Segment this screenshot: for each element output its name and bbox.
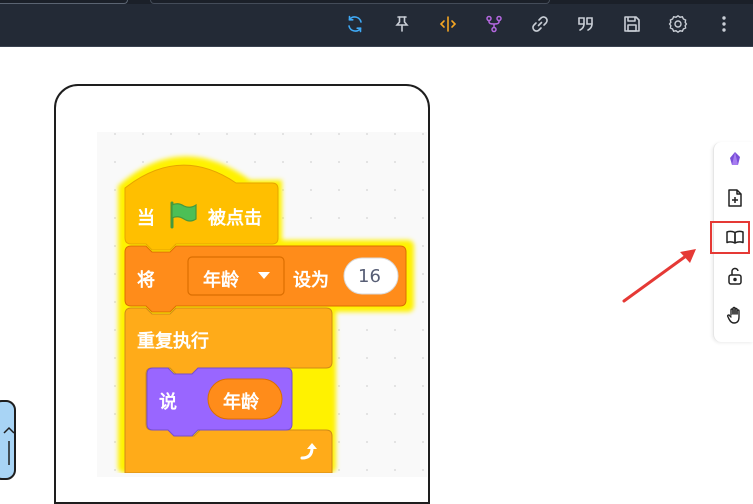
more-vertical-icon <box>722 16 726 32</box>
link-icon <box>532 16 548 32</box>
say-label: 说 <box>159 392 177 413</box>
quote-icon <box>578 17 593 31</box>
annotation-highlight-box <box>710 221 750 254</box>
set-variable-name: 年龄 <box>203 270 239 291</box>
split-code-button[interactable] <box>437 13 459 35</box>
annotation-arrow <box>622 249 696 303</box>
set-label-2: 设为 <box>293 270 329 291</box>
split-code-icon <box>439 16 457 32</box>
forever-label: 重复执行 <box>137 331 209 352</box>
settings-icon <box>668 14 688 34</box>
crystal-icon <box>730 152 740 165</box>
settings-button[interactable] <box>667 13 689 35</box>
scratch-script[interactable] <box>110 150 420 473</box>
save-icon <box>624 16 640 32</box>
more-button[interactable] <box>713 13 735 35</box>
branch-button[interactable] <box>483 13 505 35</box>
set-value: 16 <box>358 266 381 287</box>
sync-icon <box>348 15 362 33</box>
top-toolbar <box>0 0 753 47</box>
save-button[interactable] <box>621 13 643 35</box>
quote-button[interactable] <box>575 13 597 35</box>
tab-edge[interactable] <box>150 0 550 4</box>
file-plus-icon <box>728 189 742 207</box>
unlock-button[interactable] <box>724 265 746 287</box>
hand-tool-button[interactable] <box>724 304 746 326</box>
link-button[interactable] <box>529 13 551 35</box>
hat-label-when: 当 <box>137 208 155 229</box>
tab-edge[interactable] <box>0 0 128 4</box>
unlock-icon <box>728 267 742 285</box>
pin-icon <box>395 16 409 32</box>
add-file-button[interactable] <box>724 187 746 209</box>
hat-label-clicked: 被点击 <box>208 208 262 229</box>
crystal-button[interactable] <box>724 148 746 170</box>
sync-button[interactable] <box>344 13 366 35</box>
say-variable: 年龄 <box>223 392 259 413</box>
partial-shape-mark <box>3 426 15 465</box>
pin-button[interactable] <box>391 13 413 35</box>
hand-icon <box>727 306 740 324</box>
set-label-1: 将 <box>137 270 155 291</box>
branch-icon <box>486 15 502 33</box>
